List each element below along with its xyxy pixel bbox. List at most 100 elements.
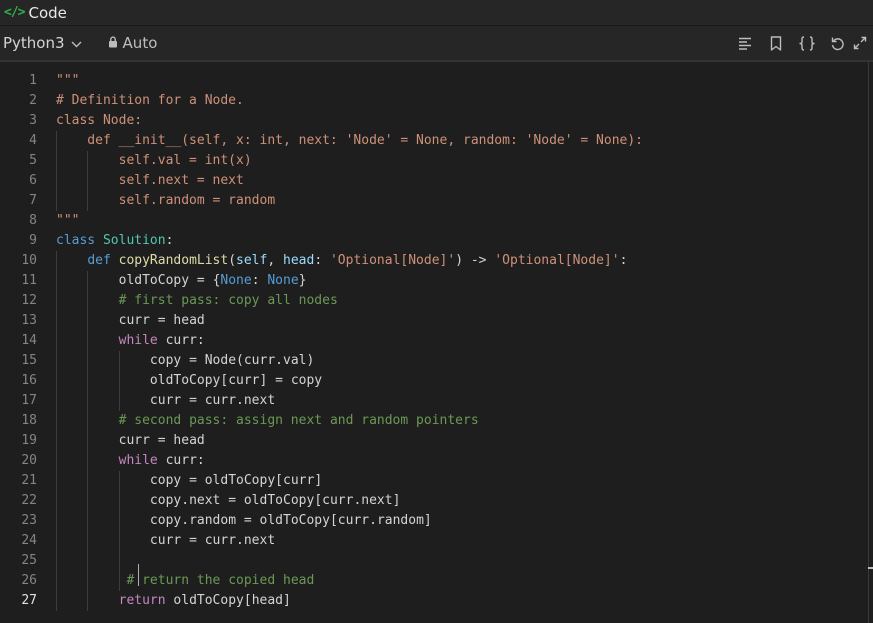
code-line[interactable]: 16 oldToCopy[curr] = copy <box>0 371 868 391</box>
indent-guide <box>56 251 57 611</box>
panel-header: </> Code <box>0 0 873 25</box>
code-line[interactable]: 21 copy = oldToCopy[curr] <box>0 471 868 491</box>
code-line[interactable]: 2 # Definition for a Node. <box>0 91 868 111</box>
language-label: Python3 <box>3 34 65 52</box>
indent-guide <box>87 151 89 211</box>
auto-mode-indicator[interactable]: Auto <box>108 34 158 52</box>
indent-guide <box>118 351 120 411</box>
line-number: 14 <box>21 333 37 348</box>
code-text: copy.random = oldToCopy[curr.random] <box>149 513 432 528</box>
code-line[interactable]: 12 # first pass: copy all nodes <box>0 291 868 311</box>
code-text: """ <box>56 73 80 88</box>
code-line[interactable]: 8 """ <box>0 211 868 231</box>
code-text: curr = curr.next <box>149 393 276 408</box>
expand-icon[interactable] <box>853 26 873 60</box>
code-line[interactable]: 24 curr = curr.next <box>0 531 868 551</box>
code-text: # return the copied head <box>126 573 315 588</box>
indent-guide <box>118 471 120 591</box>
code-text: copy = Node(curr.val) <box>149 353 315 368</box>
line-number: 8 <box>29 213 37 228</box>
scrollbar-track[interactable] <box>868 62 869 623</box>
line-number: 25 <box>21 553 37 568</box>
line-number: 11 <box>21 273 37 288</box>
code-line[interactable]: 22 copy.next = oldToCopy[curr.next] <box>0 491 868 511</box>
code-line[interactable]: 25 <box>0 551 868 571</box>
chevron-down-icon <box>71 34 82 52</box>
code-text: oldToCopy[curr] = copy <box>149 373 323 388</box>
code-line[interactable]: 15 copy = Node(curr.val) <box>0 351 868 371</box>
bookmark-icon[interactable] <box>760 26 791 60</box>
code-line[interactable]: 11 oldToCopy = {None: None} <box>0 271 868 291</box>
format-icon[interactable] <box>729 26 760 60</box>
code-text: while curr: <box>118 333 205 348</box>
code-line[interactable]: 10 def copyRandomList(self, head: 'Optio… <box>0 251 868 271</box>
code-text: def __init__(self, x: int, next: 'Node' … <box>56 133 643 148</box>
code-line[interactable]: 20 while curr: <box>0 451 868 471</box>
braces-icon[interactable] <box>791 26 822 60</box>
code-text: # second pass: assign next and random po… <box>118 413 479 428</box>
editor-toolbar: Python3 Auto <box>0 26 873 60</box>
line-number: 9 <box>29 233 37 248</box>
line-number: 2 <box>29 93 37 108</box>
code-line[interactable]: 13 curr = head <box>0 311 868 331</box>
indent-guide <box>87 271 89 611</box>
line-number: 23 <box>21 513 37 528</box>
code-line[interactable]: 14 while curr: <box>0 331 868 351</box>
code-text: def copyRandomList(self, head: 'Optional… <box>87 253 628 268</box>
code-line[interactable]: 18 # second pass: assign next and random… <box>0 411 868 431</box>
code-line[interactable]: 6 self.next = next <box>0 171 868 191</box>
line-number: 6 <box>29 173 37 188</box>
code-line[interactable]: 3 class Node: <box>0 111 868 131</box>
code-text: self.next = next <box>56 173 244 188</box>
mode-label: Auto <box>122 34 158 52</box>
line-number: 20 <box>21 453 37 468</box>
line-number: 15 <box>21 353 37 368</box>
line-number: 7 <box>29 193 37 208</box>
panel-title: Code <box>28 3 67 22</box>
code-text: curr = curr.next <box>149 533 276 548</box>
code-line[interactable]: 19 curr = head <box>0 431 868 451</box>
line-number: 18 <box>21 413 37 428</box>
code-line[interactable]: 5 self.val = int(x) <box>0 151 868 171</box>
line-number: 21 <box>21 473 37 488</box>
text-cursor <box>138 564 139 586</box>
line-number: 16 <box>21 373 37 388</box>
line-number: 26 <box>21 573 37 588</box>
code-text: # Definition for a Node. <box>56 93 244 108</box>
language-selector[interactable]: Python3 <box>3 34 82 52</box>
code-text: class Solution: <box>56 233 174 248</box>
scrollbar-marker[interactable] <box>868 567 873 569</box>
code-text: class Node: <box>56 113 143 128</box>
code-line[interactable]: 23 copy.random = oldToCopy[curr.random] <box>0 511 868 531</box>
code-text: curr = head <box>118 313 205 328</box>
code-line[interactable]: 26 # return the copied head <box>0 571 868 591</box>
indent-guide <box>56 131 57 211</box>
code-line[interactable]: 4 def __init__(self, x: int, next: 'Node… <box>0 131 868 151</box>
code-line[interactable]: 27 return oldToCopy[head] <box>0 591 868 611</box>
line-number: 3 <box>29 113 37 128</box>
line-number: 13 <box>21 313 37 328</box>
line-number: 4 <box>29 133 37 148</box>
line-number: 24 <box>21 533 37 548</box>
line-number: 5 <box>29 153 37 168</box>
code-text: self.random = random <box>56 193 276 208</box>
code-text: # first pass: copy all nodes <box>118 293 338 308</box>
line-number: 10 <box>21 253 37 268</box>
line-number: 19 <box>21 433 37 448</box>
code-line[interactable]: 17 curr = curr.next <box>0 391 868 411</box>
code-text: self.val = int(x) <box>56 153 252 168</box>
line-number: 22 <box>21 493 37 508</box>
lock-icon <box>108 34 118 52</box>
editor-tools <box>729 26 873 60</box>
code-text: curr = head <box>118 433 205 448</box>
code-line[interactable]: 7 self.random = random <box>0 191 868 211</box>
code-line[interactable]: 9 class Solution: <box>0 231 868 251</box>
code-text: return oldToCopy[head] <box>118 593 291 608</box>
code-text: oldToCopy = {None: None} <box>118 273 307 288</box>
code-editor[interactable]: 1 """ 2 # Definition for a Node. 3 class Node… <box>0 62 873 623</box>
code-text: copy.next = oldToCopy[curr.next] <box>149 493 401 508</box>
line-number: 27 <box>21 593 37 608</box>
reset-icon[interactable] <box>822 26 853 60</box>
code-line[interactable]: 1 """ <box>0 71 868 91</box>
code-text: while curr: <box>118 453 205 468</box>
